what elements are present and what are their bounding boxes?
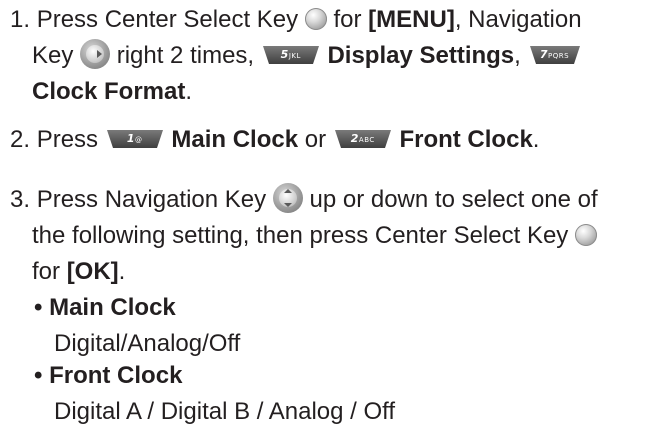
bullet: • — [34, 294, 43, 321]
step-2-number: 2. — [10, 126, 31, 153]
step-1-line-1: 1. Press Center Select Key for [MENU], N… — [10, 2, 640, 38]
step-3: 3. Press Navigation Key up or down to se… — [10, 182, 640, 290]
keypad-key-2-icon: 2ABC — [333, 129, 393, 149]
center-select-key-icon — [304, 8, 327, 30]
step-1-period: . — [185, 78, 193, 105]
step-2-period: . — [532, 126, 540, 153]
key-1-letters: @ — [135, 136, 143, 144]
ok-label: [OK] — [66, 258, 119, 285]
navigation-key-updown-icon — [272, 183, 303, 213]
instruction-page: 1. Press Center Select Key for [MENU], N… — [0, 0, 649, 426]
option-front-clock-title: • Front Clock — [34, 358, 634, 394]
option-main-clock-label: Main Clock — [49, 294, 176, 321]
step-1-number: 1. — [10, 6, 31, 33]
bullet: • — [34, 362, 43, 389]
option-main-clock-title: • Main Clock — [34, 290, 634, 326]
step-3-line-2-text: the following setting, then press Center… — [32, 222, 569, 249]
keypad-key-7-icon: 7PQRS — [528, 45, 582, 65]
step-1-press-text: Press Center Select Key — [36, 6, 299, 33]
key-2-number: 2 — [350, 132, 359, 145]
menu-label: [MENU] — [368, 6, 455, 33]
navigation-key-right-icon — [80, 39, 111, 69]
step-1-line-2: Key right 2 times, 5JKL Display Settings… — [10, 38, 640, 74]
main-clock-option: Main Clock — [171, 126, 299, 153]
step-1-for-text: for — [333, 6, 362, 33]
keypad-key-1-icon: 1@ — [105, 129, 165, 149]
step-1: 1. Press Center Select Key for [MENU], N… — [10, 2, 640, 110]
step-3-period: . — [118, 258, 126, 285]
step-1-comma: , — [514, 42, 521, 69]
step-2: 2. Press 1@ Main Clock or 2ABC Front Clo… — [10, 122, 640, 158]
option-front-clock-values: Digital A / Digital B / Analog / Off — [54, 398, 396, 425]
option-main-clock-values: Digital/Analog/Off — [54, 330, 241, 357]
front-clock-option: Front Clock — [399, 126, 533, 153]
key-2-letters: ABC — [358, 136, 375, 144]
step-3-number: 3. — [10, 186, 31, 213]
step-3-press-text: Press Navigation Key — [36, 186, 267, 213]
option-main-clock: • Main Clock Digital/Analog/Off — [34, 290, 634, 362]
clock-format-label: Clock Format — [32, 78, 186, 105]
option-front-clock-label: Front Clock — [49, 362, 183, 389]
step-3-line-1: 3. Press Navigation Key up or down to se… — [10, 182, 640, 218]
key-1-number: 1 — [126, 132, 136, 145]
key-7-letters: PQRS — [548, 52, 570, 60]
keypad-key-5-icon: 5JKL — [261, 45, 321, 65]
step-1-key-text: Key — [32, 42, 74, 69]
step-3-for-text: for — [32, 258, 61, 285]
key-5-letters: JKL — [288, 52, 301, 60]
step-1-navigation-text: , Navigation — [454, 6, 582, 33]
display-settings-label: Display Settings — [327, 42, 515, 69]
step-3-line-2: the following setting, then press Center… — [10, 218, 640, 254]
option-front-clock: • Front Clock Digital A / Digital B / An… — [34, 358, 634, 430]
step-2-or-text: or — [304, 126, 327, 153]
key-7-number: 7 — [539, 48, 549, 61]
center-select-key-icon — [574, 224, 597, 246]
step-1-right-times-text: right 2 times, — [116, 42, 255, 69]
step-3-line-1-rest: up or down to select one of — [309, 186, 598, 213]
key-5-number: 5 — [280, 48, 289, 61]
step-3-line-3: for [OK]. — [10, 254, 640, 290]
step-2-press-text: Press — [36, 126, 99, 153]
step-1-line-3: Clock Format. — [10, 74, 640, 110]
